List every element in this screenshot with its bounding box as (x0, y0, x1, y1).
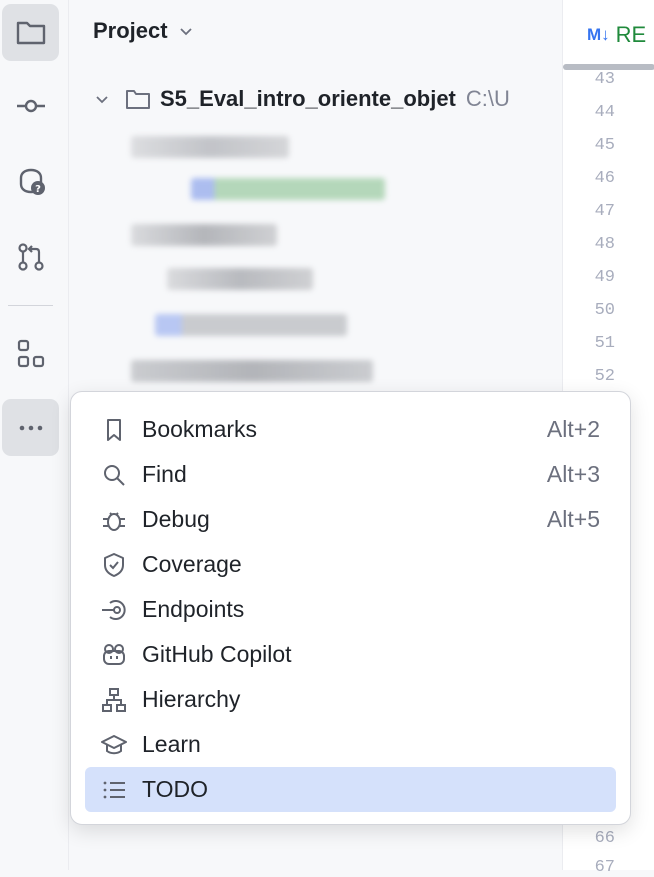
shield-check-icon (104, 553, 124, 577)
blurred-tree-row (167, 268, 313, 290)
project-tool-button[interactable] (2, 4, 59, 61)
project-panel-header[interactable]: Project (93, 18, 194, 44)
more-tool-windows-popup: Bookmarks Alt+2 Find Alt+3 Debug Alt+5 C… (70, 391, 631, 825)
line-number: 45 (594, 136, 615, 155)
line-number: 44 (594, 103, 615, 122)
ai-assistant-tool-button[interactable]: ? (2, 153, 59, 210)
menu-item-hierarchy[interactable]: Hierarchy (85, 677, 616, 722)
menu-item-coverage[interactable]: Coverage (85, 542, 616, 587)
line-number: 50 (594, 301, 615, 320)
blurred-tree-row (131, 224, 277, 246)
project-panel-title: Project (93, 18, 168, 43)
chevron-down-icon (179, 28, 192, 36)
line-number: 49 (594, 268, 615, 287)
line-number: 43 (594, 70, 615, 89)
menu-item-label: TODO (142, 776, 209, 802)
strip-separator (8, 305, 53, 306)
blurred-tree-row (155, 314, 347, 336)
menu-item-label: Find (142, 461, 187, 487)
blurred-tree-row (131, 360, 373, 382)
menu-item-bookmarks[interactable]: Bookmarks Alt+2 (85, 407, 616, 452)
menu-item-label: Hierarchy (142, 686, 241, 712)
menu-item-label: Bookmarks (142, 416, 258, 442)
folder-icon (16, 21, 45, 44)
menu-item-shortcut: Alt+2 (546, 416, 600, 442)
list-icon (103, 781, 125, 799)
menu-item-label: Coverage (142, 551, 242, 577)
menu-item-learn[interactable]: Learn (85, 722, 616, 767)
menu-item-endpoints[interactable]: Endpoints (85, 587, 616, 632)
more-icon (19, 425, 42, 430)
line-number: 51 (594, 334, 615, 353)
line-number: 67 (594, 858, 615, 877)
pull-requests-icon (17, 242, 44, 271)
menu-item-find[interactable]: Find Alt+3 (85, 452, 616, 497)
menu-item-shortcut: Alt+3 (546, 461, 600, 487)
project-root-node[interactable]: S5_Eval_intro_oriente_objet C:\U (94, 86, 510, 112)
hierarchy-icon (102, 688, 126, 712)
bookmark-icon (107, 419, 121, 441)
menu-item-github-copilot[interactable]: GitHub Copilot (85, 632, 616, 677)
graduation-cap-icon (101, 735, 127, 755)
markdown-icon: M↓ (587, 25, 610, 44)
project-root-path: C:\U (465, 86, 510, 111)
copilot-icon (103, 644, 125, 665)
endpoints-icon (102, 600, 126, 620)
pull-requests-tool-button[interactable] (2, 228, 59, 285)
menu-item-label: Learn (142, 731, 201, 757)
project-root-name: S5_Eval_intro_oriente_objet (160, 86, 456, 111)
ai-assistant-icon: ? (19, 168, 45, 195)
menu-item-todo[interactable]: TODO (85, 767, 616, 812)
line-number: 46 (594, 169, 615, 188)
editor-tab-readme[interactable]: M↓ RE (563, 0, 654, 70)
folder-icon (126, 90, 150, 109)
menu-item-label: Debug (142, 506, 210, 532)
line-number: 52 (594, 367, 615, 386)
structure-icon (17, 339, 44, 367)
line-number: 47 (594, 202, 615, 221)
menu-item-label: Endpoints (142, 596, 245, 622)
search-icon (104, 465, 125, 486)
blurred-tree-row (131, 136, 289, 158)
tool-window-strip: ? (0, 0, 69, 870)
menu-item-debug[interactable]: Debug Alt+5 (85, 497, 616, 542)
bug-icon (103, 512, 125, 531)
menu-item-label: GitHub Copilot (142, 641, 292, 667)
chevron-down-icon (96, 96, 108, 104)
line-number: 48 (594, 235, 615, 254)
menu-item-shortcut: Alt+5 (546, 506, 600, 532)
blurred-tree-row (191, 178, 385, 200)
editor-tab-label: RE (615, 22, 647, 47)
svg-text:?: ? (35, 184, 41, 195)
commit-icon (16, 99, 45, 112)
line-number: 66 (594, 829, 615, 848)
commit-tool-button[interactable] (2, 77, 59, 134)
structure-tool-button[interactable] (2, 325, 59, 382)
more-tool-windows-button[interactable] (2, 399, 59, 456)
